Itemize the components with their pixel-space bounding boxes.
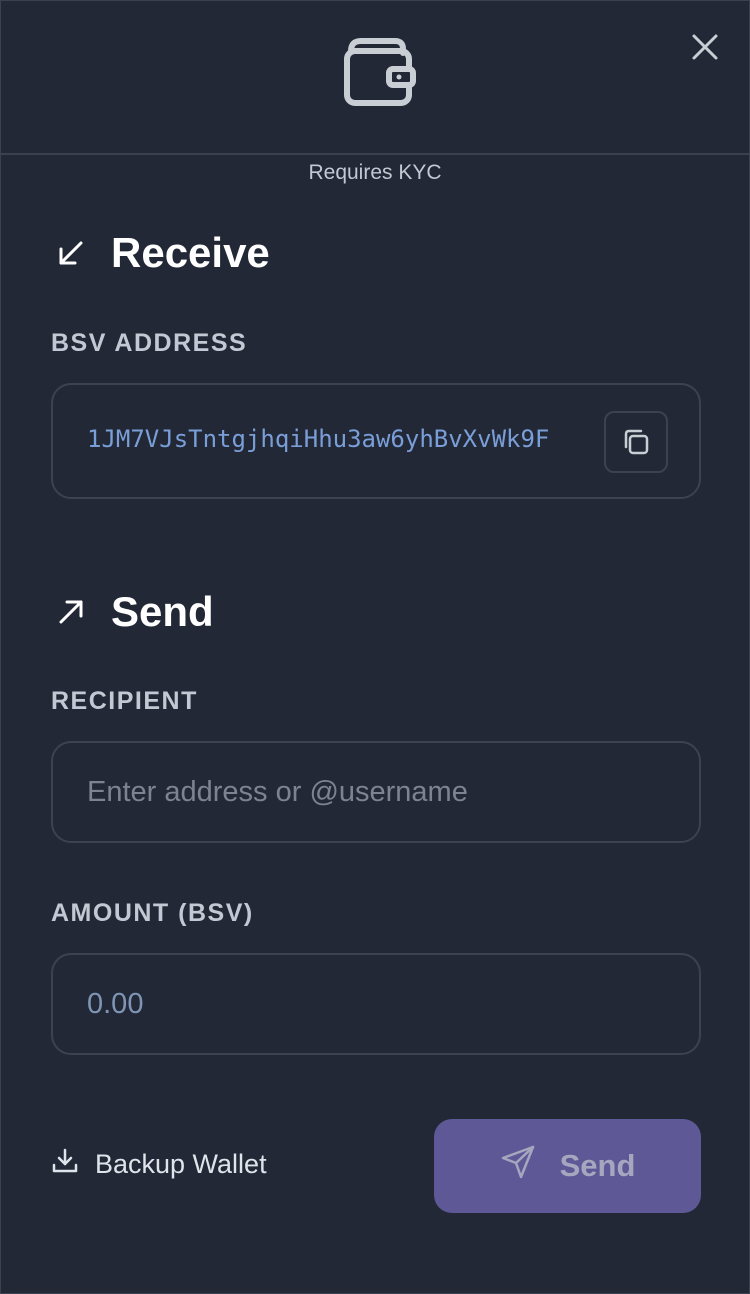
copy-icon (624, 429, 649, 455)
download-icon (52, 1148, 78, 1172)
amount-label: AMOUNT (BSV) (51, 899, 254, 927)
recipient-label: RECIPIENT (51, 687, 198, 715)
address-label: BSV ADDRESS (51, 329, 248, 357)
recipient-input[interactable] (53, 743, 699, 841)
close-button[interactable] (685, 27, 725, 67)
receive-title: Receive (111, 229, 270, 276)
receive-heading: Receive (51, 229, 270, 277)
backup-wallet-button[interactable]: Backup Wallet (51, 1148, 267, 1180)
arrow-down-left-icon (59, 241, 83, 265)
panel-header (1, 1, 749, 155)
send-title: Send (111, 588, 214, 635)
backup-wallet-label: Backup Wallet (95, 1149, 267, 1179)
kyc-notice: Requires KYC (308, 161, 442, 184)
send-heading: Send (51, 588, 214, 636)
close-icon (692, 34, 718, 60)
wallet-icon (344, 38, 416, 106)
copy-address-button[interactable] (604, 411, 668, 473)
recipient-field-box (51, 741, 701, 843)
amount-field-box (51, 953, 701, 1055)
address-box: 1JM7VJsTntgjhqiHhu3aw6yhBvXvWk9F (51, 383, 701, 499)
paper-plane-icon (501, 1145, 534, 1179)
wallet-panel: Requires KYC Receive BSV ADDRESS 1JM7VJs… (0, 0, 750, 1294)
arrow-up-right-icon (59, 600, 83, 624)
bsv-address[interactable]: 1JM7VJsTntgjhqiHhu3aw6yhBvXvWk9F (87, 425, 577, 453)
amount-input[interactable] (53, 955, 699, 1053)
send-button[interactable]: Send (434, 1119, 701, 1213)
send-button-label: Send (559, 1148, 636, 1183)
